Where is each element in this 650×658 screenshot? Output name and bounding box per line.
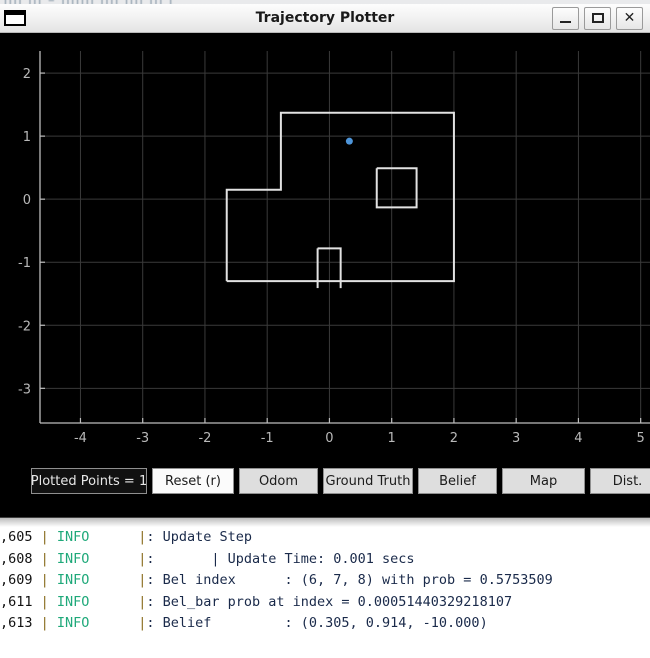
toolbar-button-odom[interactable]: Odom [239,468,318,494]
plot-toolbar: Plotted Points = 1 Reset (r) Odom Ground Tr… [0,457,650,518]
log-separator: | [32,615,57,631]
toolbar-button-belief[interactable]: Belief [418,468,497,494]
log-line: ,608 | INFO |: | Update Time: 0.001 secs [0,549,650,571]
log-separator: | [89,572,147,588]
log-timestamp: ,609 [0,572,33,588]
log-level: INFO [56,550,90,567]
log-message: : | Update Time: 0.001 secs [146,550,415,567]
toolbar-button-map[interactable]: Map [502,468,585,494]
x-tick-label: 0 [325,431,333,446]
x-tick-label: 5 [637,431,645,446]
toolbar-button-label: Reset (r) [165,473,221,489]
y-tick-label: 1 [23,130,31,145]
log-separator: | [89,529,147,545]
log-timestamp: ,605 [0,529,33,545]
title-bar[interactable]: Trajectory Plotter ✕ [0,4,650,33]
maximize-button[interactable] [584,6,611,30]
y-tick-label: -3 [18,382,31,397]
x-tick-label: 1 [388,431,396,446]
toolbar-button-label: Ground Truth [325,473,411,489]
log-line: ,613 | INFO |: Belief : (0.305, 0.914, -… [0,613,650,635]
log-separator: | [89,550,147,567]
series-belief-point [345,137,353,145]
log-timestamp: ,611 [0,593,33,610]
log-separator: | [32,572,57,588]
log-line: ,605 | INFO |: Update Step [0,527,650,549]
y-tick-label: 0 [23,193,31,208]
y-tick-label: 2 [23,67,31,82]
toolbar-button-label: Map [529,473,558,489]
log-message: : Bel index : (6, 7, 8) with prob = 0.57… [146,572,553,588]
plot-background [0,33,650,457]
log-timestamp: ,613 [0,615,33,631]
log-level: INFO [56,615,90,631]
log-line: ,611 | INFO |: Bel_bar prob at index = 0… [0,592,650,614]
log-separator: | [89,615,147,631]
log-separator: | [89,593,147,610]
toolbar-button-label: Belief [439,473,476,489]
y-tick-label: -2 [18,319,31,334]
toolbar-button-plotted-points-1[interactable]: Plotted Points = 1 [31,468,147,494]
x-tick-label: 2 [450,431,458,446]
log-separator: | [32,593,57,610]
toolbar-button-label: Dist. [612,473,643,489]
window-shadow [0,517,650,527]
log-timestamp: ,608 [0,550,33,567]
x-tick-label: -4 [74,431,87,446]
trajectory-plot[interactable]: -4 -3 -2 -1 0 1 2 3 4 5 2 1 0 -1 -2 -3 [0,33,650,457]
log-message: : Update Step [146,529,252,545]
x-tick-label: -3 [136,431,149,446]
log-level: INFO [56,529,90,545]
log-line: ,609 | INFO |: Bel index : (6, 7, 8) wit… [0,570,650,592]
toolbar-button-dist[interactable]: Dist. [590,468,650,494]
plot-svg: -4 -3 -2 -1 0 1 2 3 4 5 2 1 0 -1 -2 -3 [0,33,650,457]
close-button[interactable]: ✕ [616,6,643,30]
minimize-button[interactable] [552,6,579,30]
log-level: INFO [56,593,90,610]
log-message: : Bel_bar prob at index = 0.000514403292… [146,593,513,610]
trajectory-plotter-window: Trajectory Plotter ✕ -4 -3 -2 -1 0 1 2 3 4 5 2 1 0 -1… [0,4,650,518]
log-separator: | [32,529,57,545]
toolbar-button-label: Plotted Points = 1 [31,473,147,489]
window-controls: ✕ [552,6,650,30]
toolbar-button-label: Odom [258,473,299,489]
log-level: INFO [56,572,90,588]
toolbar-button-ground-truth[interactable]: Ground Truth [323,468,413,494]
toolbar-button-reset-r[interactable]: Reset (r) [152,468,234,494]
log-console[interactable]: ,605 | INFO |: Update Step ,608 | INFO |:… [0,527,650,658]
x-tick-label: -1 [261,431,274,446]
x-tick-label: -2 [198,431,211,446]
x-tick-label: 4 [574,431,582,446]
log-message: : Belief : (0.305, 0.914, -10.000) [146,615,488,631]
x-tick-label: 3 [512,431,520,446]
y-tick-label: -1 [18,256,31,271]
window-icon [2,8,28,28]
log-separator: | [32,550,57,567]
